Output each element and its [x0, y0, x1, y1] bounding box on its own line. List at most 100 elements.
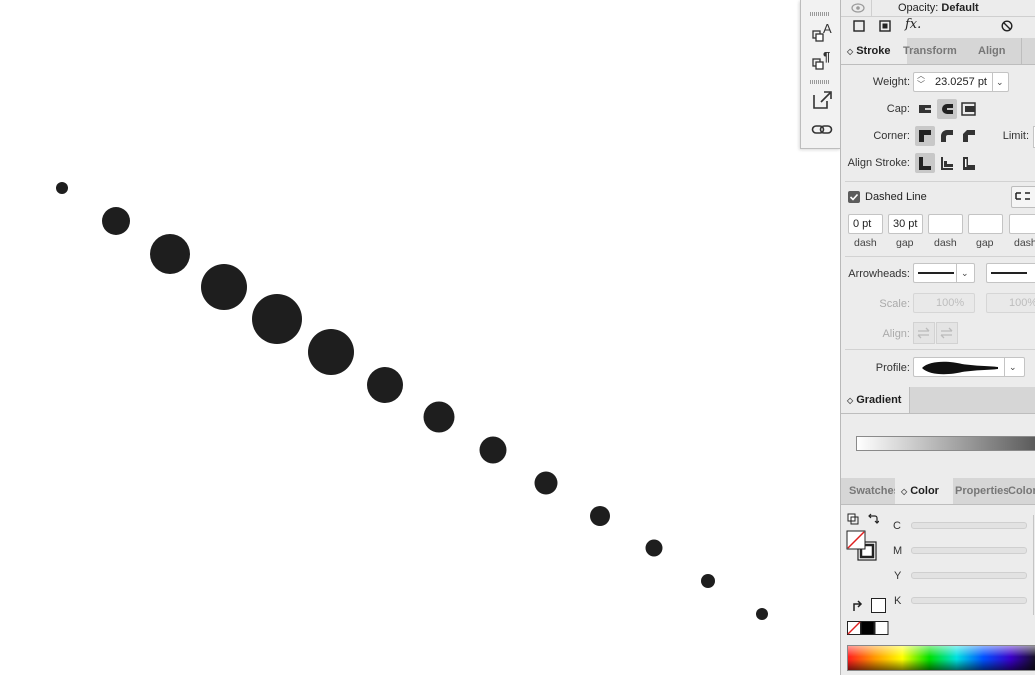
- dot[interactable]: [367, 367, 403, 403]
- weight-label: Weight:: [872, 76, 910, 88]
- width-profile-dropdown[interactable]: ⌄: [913, 357, 1025, 377]
- yellow-slider[interactable]: [911, 572, 1027, 579]
- round-join-button[interactable]: [937, 126, 957, 146]
- collapse-arrows-icon: ◇: [847, 396, 854, 405]
- divider: [909, 387, 910, 413]
- arrow-align-icon: [940, 327, 953, 339]
- eye-icon[interactable]: [851, 2, 865, 14]
- tab-color-2[interactable]: Color: [1002, 478, 1035, 504]
- miter-join-button[interactable]: [915, 126, 935, 146]
- dot[interactable]: [308, 329, 354, 375]
- align-label: Align:: [882, 328, 910, 340]
- object-effects-square-icon[interactable]: [879, 20, 891, 32]
- color-spectrum[interactable]: [847, 645, 1035, 671]
- checkmark-icon: [849, 193, 859, 201]
- divider: [1021, 38, 1022, 64]
- opacity-readout[interactable]: Opacity: Default: [898, 2, 979, 14]
- dot[interactable]: [756, 608, 768, 620]
- links-icon[interactable]: [811, 119, 833, 141]
- dashed-line-checkbox[interactable]: [848, 191, 860, 203]
- magenta-slider[interactable]: [911, 547, 1027, 554]
- miter-join-icon: [919, 130, 931, 142]
- gap-2-caption: gap: [976, 237, 994, 249]
- align-stroke-center-button[interactable]: [915, 153, 935, 173]
- tab-swatches[interactable]: Swatches: [843, 478, 901, 504]
- divider: [992, 73, 993, 91]
- default-fill-stroke-icon[interactable]: [847, 513, 859, 525]
- dock-grip[interactable]: [810, 12, 830, 16]
- weight-field[interactable]: ︿ ﹀ 23.0257 pt ⌄: [913, 72, 1009, 92]
- butt-cap-icon: [919, 105, 931, 113]
- weight-stepper[interactable]: ︿ ﹀: [917, 73, 925, 89]
- out-of-gamut-icon[interactable]: [851, 599, 865, 612]
- opacity-value: Default: [941, 2, 979, 14]
- collapse-arrows-icon: ◇: [847, 47, 854, 56]
- end-arrowhead-dropdown[interactable]: [986, 263, 1035, 283]
- dot[interactable]: [701, 574, 715, 588]
- clear-all-icon[interactable]: [1001, 20, 1013, 32]
- dot[interactable]: [56, 182, 68, 194]
- tab-properties[interactable]: Properties: [949, 478, 1008, 504]
- artwork[interactable]: [0, 0, 840, 675]
- dock-grip[interactable]: [810, 80, 830, 84]
- fx-button[interactable]: fx.: [905, 17, 921, 32]
- black-label: K: [894, 595, 902, 607]
- stroke-panel-tabs: ◇ Stroke Transform Align: [841, 38, 1035, 65]
- bevel-join-button[interactable]: [959, 126, 979, 146]
- dot[interactable]: [252, 294, 302, 344]
- round-cap-button[interactable]: [937, 99, 957, 119]
- opacity-label: Opacity:: [898, 2, 939, 14]
- none-black-white-swatches[interactable]: [847, 621, 889, 635]
- align-stroke-inside-button[interactable]: [937, 153, 957, 173]
- arrow-align-icon: [917, 327, 930, 339]
- gap-1-caption: gap: [896, 237, 914, 249]
- dash-1-field[interactable]: 0 pt: [848, 214, 883, 234]
- dot[interactable]: [201, 264, 247, 310]
- cyan-slider[interactable]: [911, 522, 1027, 529]
- dash-2-field[interactable]: [928, 214, 963, 234]
- paragraph-styles-icon[interactable]: ¶: [811, 49, 833, 71]
- chevron-down-icon: ⌄: [961, 268, 969, 278]
- collapse-arrows-icon: ◇: [901, 487, 908, 496]
- align-stroke-outside-button[interactable]: [959, 153, 979, 173]
- projecting-cap-icon: [961, 102, 976, 116]
- tab-gradient[interactable]: ◇ Gradient: [841, 387, 909, 413]
- properties-panel: Opacity: Default fx. ◇ Stroke Transform …: [840, 0, 1035, 675]
- width-profile-icon: [922, 361, 998, 375]
- divider: [841, 16, 1035, 17]
- dash-type-dropdown[interactable]: [1011, 186, 1035, 208]
- dot[interactable]: [102, 207, 130, 235]
- corner-label: Corner:: [873, 130, 910, 142]
- divider: [871, 0, 872, 16]
- gap-2-field[interactable]: [968, 214, 1003, 234]
- gradient-ramp[interactable]: [856, 436, 1035, 451]
- clear-effects-square-icon[interactable]: [853, 20, 865, 32]
- start-arrowhead-dropdown[interactable]: ⌄: [913, 263, 975, 283]
- white-swatch[interactable]: [871, 598, 886, 613]
- black-slider[interactable]: [911, 597, 1027, 604]
- swap-fill-stroke-icon[interactable]: [867, 512, 879, 525]
- export-icon[interactable]: [811, 89, 833, 111]
- dash-3-field[interactable]: [1009, 214, 1035, 234]
- profile-label: Profile:: [875, 362, 910, 374]
- dot[interactable]: [150, 234, 190, 274]
- dashed-stroke-path[interactable]: [56, 182, 768, 620]
- divider: [1004, 358, 1005, 376]
- divider: [845, 349, 1035, 350]
- document-canvas[interactable]: [0, 0, 840, 675]
- character-styles-icon[interactable]: A: [811, 21, 833, 43]
- gap-1-field[interactable]: 30 pt: [888, 214, 923, 234]
- chevron-down-icon[interactable]: ⌄: [996, 73, 1004, 91]
- tab-color[interactable]: ◇ Color: [895, 478, 953, 504]
- projecting-cap-button[interactable]: [959, 99, 979, 119]
- butt-cap-button[interactable]: [915, 99, 935, 119]
- dot[interactable]: [423, 401, 455, 433]
- line-icon: [918, 272, 954, 274]
- dot[interactable]: [534, 471, 558, 495]
- fill-stroke-proxy-icon[interactable]: [846, 530, 878, 562]
- arrowhead-align-inside-button: [913, 322, 935, 344]
- dot[interactable]: [645, 539, 663, 557]
- dot[interactable]: [590, 506, 610, 526]
- dot[interactable]: [479, 436, 507, 464]
- divider: [956, 264, 957, 282]
